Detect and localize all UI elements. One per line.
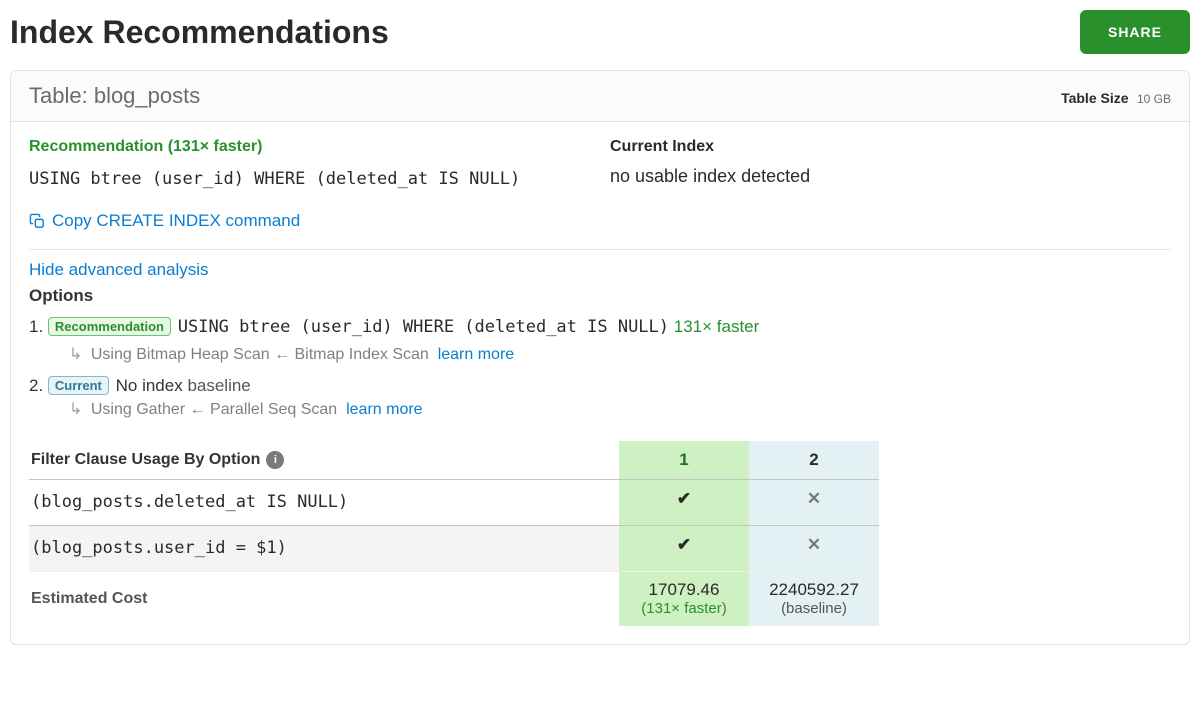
- option-row-2: 2. Current No index baseline ↳ Using Gat…: [29, 376, 1171, 419]
- current-index-text: no usable index detected: [610, 166, 1171, 193]
- usage-row: (blog_posts.deleted_at IS NULL) ✔ ✕: [29, 479, 879, 525]
- page-title: Index Recommendations: [10, 14, 389, 51]
- check-icon: ✔: [619, 480, 749, 525]
- arrow-down-right-icon: ↳: [69, 401, 82, 418]
- current-index-heading: Current Index: [610, 138, 1171, 156]
- usage-col-2-header: 2: [749, 441, 879, 479]
- learn-more-link[interactable]: learn more: [346, 401, 422, 418]
- copy-create-index-link[interactable]: Copy CREATE INDEX command: [29, 211, 300, 231]
- recommendation-panel: Table: blog_posts Table Size 10 GB Recom…: [10, 70, 1190, 645]
- estimated-cost-row: Estimated Cost 17079.46 (131× faster) 22…: [29, 571, 879, 626]
- recommendation-sql: USING btree (user_id) WHERE (deleted_at …: [29, 166, 590, 193]
- table-size: Table Size 10 GB: [1061, 90, 1171, 108]
- option2-cost: 2240592.27: [753, 580, 875, 600]
- option1-cost: 17079.46: [623, 580, 745, 600]
- recommendation-heading: Recommendation (131× faster): [29, 138, 590, 156]
- usage-col-1-header: 1: [619, 441, 749, 479]
- current-badge: Current: [48, 376, 109, 395]
- recommendation-badge: Recommendation: [48, 317, 171, 336]
- copy-icon: [29, 213, 46, 230]
- check-icon: ✔: [619, 526, 749, 571]
- table-name: Table: blog_posts: [29, 83, 200, 109]
- option-row-1: 1. Recommendation USING btree (user_id) …: [29, 314, 1171, 364]
- advanced-analysis-toggle[interactable]: Hide advanced analysis: [29, 260, 1171, 280]
- options-heading: Options: [29, 286, 1171, 306]
- share-button[interactable]: SHARE: [1080, 10, 1190, 54]
- x-icon: ✕: [749, 526, 879, 571]
- filter-clause-usage-table: Filter Clause Usage By Option i 1 2 (blo…: [29, 441, 879, 626]
- option1-speedup: (131× faster): [623, 600, 745, 617]
- learn-more-link[interactable]: learn more: [438, 346, 514, 363]
- usage-title: Filter Clause Usage By Option i: [29, 441, 619, 479]
- usage-row: (blog_posts.user_id = $1) ✔ ✕: [29, 525, 879, 571]
- option2-baseline: (baseline): [753, 600, 875, 617]
- arrow-down-right-icon: ↳: [69, 346, 82, 363]
- info-icon[interactable]: i: [266, 451, 284, 469]
- x-icon: ✕: [749, 480, 879, 525]
